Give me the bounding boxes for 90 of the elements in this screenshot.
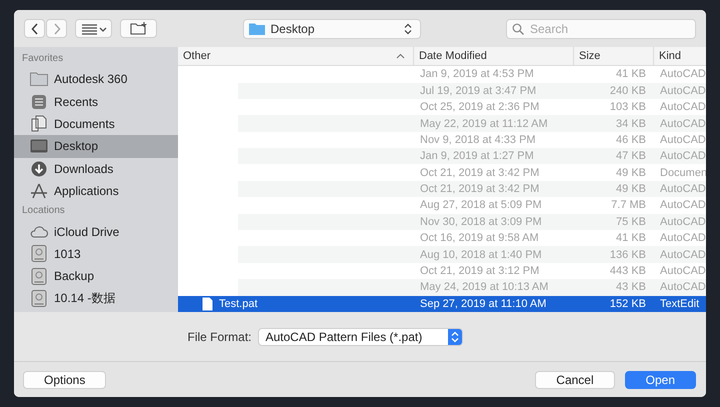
size-cell: 47 KB xyxy=(616,150,646,162)
folder-icon xyxy=(30,72,48,86)
sidebar-item[interactable]: 10.14 -数据 xyxy=(14,288,178,310)
kind-cell: AutoCAD xyxy=(660,216,706,228)
column-header[interactable]: Other xyxy=(178,47,414,66)
size-cell: 49 KB xyxy=(616,166,646,179)
size-cell: 152 KB xyxy=(610,298,646,310)
size-cell: 41 KB xyxy=(616,68,646,80)
date-cell: Aug 27, 2018 at 5:09 PM xyxy=(420,199,542,212)
size-cell: 103 KB xyxy=(610,101,646,114)
size-cell: 43 KB xyxy=(616,281,646,294)
sort-ascending-icon xyxy=(396,53,405,60)
date-cell: Oct 21, 2019 at 3:42 PM xyxy=(420,183,540,196)
date-cell: Nov 9, 2018 at 4:33 PM xyxy=(420,134,536,146)
column-header[interactable]: Date Modified xyxy=(414,47,574,66)
back-icon xyxy=(30,22,38,34)
file-format-dropdown[interactable]: AutoCAD Pattern Files (*.pat) xyxy=(258,328,462,346)
sidebar-item[interactable]: Applications xyxy=(14,180,178,202)
options-button[interactable]: Options xyxy=(23,370,106,388)
size-cell: 34 KB xyxy=(616,118,646,130)
date-cell: Oct 21, 2019 at 3:42 PM xyxy=(420,166,540,179)
size-cell: 240 KB xyxy=(610,84,646,97)
date-cell: May 22, 2019 at 11:12 AM xyxy=(420,118,548,130)
column-header[interactable]: Size xyxy=(574,47,654,66)
open-button[interactable]: Open xyxy=(624,370,696,388)
new-folder-icon xyxy=(130,22,148,35)
kind-cell: AutoCAD xyxy=(660,183,706,196)
kind-cell: AutoCAD xyxy=(660,265,706,278)
date-cell: Jan 9, 2019 at 1:27 PM xyxy=(420,150,534,162)
size-cell: 41 KB xyxy=(616,232,646,244)
sidebar-item[interactable]: Backup xyxy=(14,265,178,288)
sidebar-item[interactable]: Downloads xyxy=(14,158,178,180)
file-format-label: File Format: xyxy=(187,330,252,344)
kind-cell: AutoCAD xyxy=(660,281,706,294)
cloud-icon xyxy=(30,226,48,238)
location-dropdown[interactable]: Desktop xyxy=(242,18,420,38)
stepper-icon xyxy=(404,22,412,34)
kind-cell: AutoCAD xyxy=(660,150,706,162)
size-cell: 46 KB xyxy=(616,134,646,146)
date-cell: Oct 21, 2019 at 3:12 PM xyxy=(420,265,540,278)
kind-cell: AutoCAD xyxy=(660,248,706,261)
sidebar-item[interactable]: Autodesk 360 xyxy=(14,68,178,90)
kind-cell: AutoCAD xyxy=(660,134,706,146)
date-cell: Aug 10, 2018 at 1:40 PM xyxy=(420,248,542,261)
back-button[interactable] xyxy=(24,19,45,38)
size-cell: 7.7 MB xyxy=(611,199,646,212)
applications-icon xyxy=(30,183,48,200)
column-header[interactable]: Kind xyxy=(654,47,706,66)
date-cell: May 24, 2019 at 10:13 AM xyxy=(420,281,548,294)
stepper-icon xyxy=(450,330,458,342)
forward-icon xyxy=(52,22,60,34)
view-menu-button[interactable] xyxy=(75,19,112,38)
size-cell: 443 KB xyxy=(610,265,646,278)
date-cell: Oct 16, 2019 at 9:58 AM xyxy=(420,232,539,244)
sidebar-item[interactable]: iCloud Drive xyxy=(14,220,178,243)
kind-cell: AutoCAD xyxy=(660,118,706,130)
new-folder-button[interactable] xyxy=(120,19,157,38)
search-field[interactable]: Search xyxy=(506,18,696,38)
clock-tray-icon xyxy=(30,94,48,110)
date-cell: Nov 30, 2018 at 3:09 PM xyxy=(420,216,542,228)
date-cell: Jul 19, 2019 at 3:47 PM xyxy=(420,84,536,97)
sidebar-item[interactable]: Documents xyxy=(14,112,178,136)
kind-cell: AutoCAD xyxy=(660,101,706,114)
list-view-icon xyxy=(80,22,106,34)
kind-cell: AutoCAD xyxy=(660,68,706,80)
document-icon xyxy=(202,296,213,311)
documents-icon xyxy=(30,115,48,132)
sidebar-section-title: Locations xyxy=(21,204,66,218)
kind-cell: AutoCAD xyxy=(660,199,706,212)
desktop-icon xyxy=(30,139,48,154)
date-cell: Oct 25, 2019 at 2:36 PM xyxy=(420,101,540,114)
sidebar-section-title: Favorites xyxy=(21,52,64,66)
date-cell: Sep 27, 2019 at 11:10 AM xyxy=(420,298,546,310)
cancel-button[interactable]: Cancel xyxy=(535,370,615,388)
sidebar-item[interactable]: 1013 xyxy=(14,242,178,266)
sidebar-item[interactable]: Desktop xyxy=(14,135,178,158)
file-row[interactable]: Test.pat Sep 27, 2019 at 11:10 AM 152 KB TextEdit xyxy=(178,296,706,312)
file-name: Test.pat xyxy=(219,298,258,310)
folder-icon xyxy=(248,22,264,35)
column-header-label: Other xyxy=(183,50,211,62)
size-cell: 136 KB xyxy=(610,248,646,261)
sidebar-item[interactable]: Recents xyxy=(14,90,178,113)
size-cell: 75 KB xyxy=(616,216,646,228)
kind-cell: Documen xyxy=(660,166,706,179)
download-icon xyxy=(30,160,48,177)
size-cell: 49 KB xyxy=(616,183,646,196)
kind-cell: AutoCAD xyxy=(660,84,706,97)
kind-cell: AutoCAD xyxy=(660,232,706,244)
date-cell: Jan 9, 2019 at 4:53 PM xyxy=(420,68,534,80)
kind-cell: TextEdit xyxy=(660,298,700,310)
